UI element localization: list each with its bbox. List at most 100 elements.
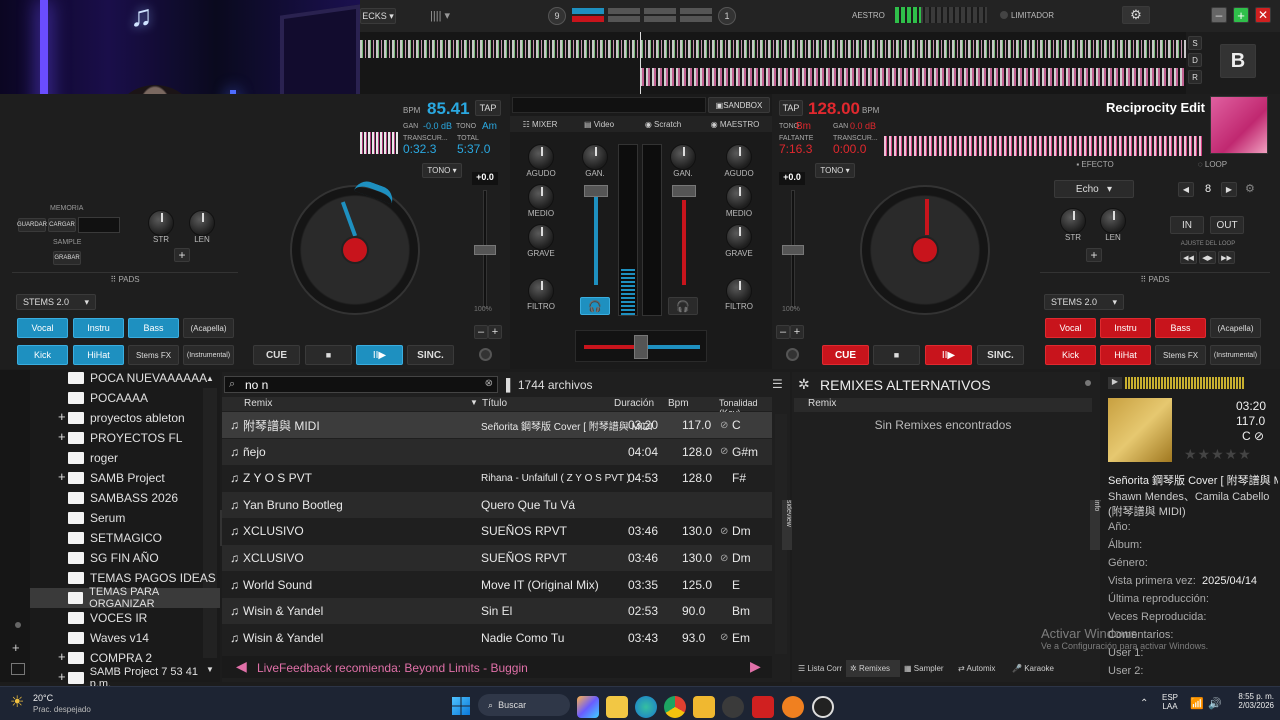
expand-folder-button[interactable]: +	[58, 429, 66, 444]
info-play-icon[interactable]: ▶	[1108, 377, 1122, 389]
mixer-right-agudo-knob[interactable]	[726, 144, 752, 170]
left-cargar-button[interactable]: CARGAR	[48, 218, 76, 232]
table-row[interactable]: ♫ Z Y O S PVT Rihana - Unfaifull ( Z Y O S…	[222, 465, 772, 491]
mixer-right-gain-knob[interactable]	[670, 144, 696, 170]
deck-count-badge[interactable]: 9	[548, 7, 566, 25]
right-pitch-handle[interactable]	[782, 245, 804, 255]
table-row[interactable]: ♫ XCLUSIVO SUEÑOS RPVT 03:46 130.0 ⊘ Dm	[222, 518, 772, 544]
col-bpm[interactable]: Bpm	[668, 398, 689, 409]
table-row[interactable]: ♫ ñejo 04:04 128.0 ⊘ G#m	[222, 438, 772, 465]
skin-button[interactable]: B	[1220, 44, 1256, 78]
right-sync-button[interactable]: SINC.	[977, 345, 1024, 365]
clock[interactable]: 8:55 p. m. 2/03/2026	[1232, 692, 1274, 710]
wifi-icon[interactable]: 📶	[1190, 697, 1204, 710]
right-loop-adjust-right[interactable]: ▶▶	[1218, 251, 1235, 264]
left-str-knob[interactable]	[148, 210, 174, 236]
right-pad-hihat[interactable]: HiHat	[1100, 345, 1151, 365]
tab-master[interactable]: ◉ MAESTRO	[698, 120, 772, 129]
right-stems-select[interactable]: STEMS 2.0 ▾	[1044, 294, 1124, 310]
col-duration[interactable]: Duración	[614, 398, 654, 409]
mixer-left-headphone-button[interactable]: 🎧	[580, 297, 610, 315]
left-pad-hihat[interactable]: HiHat	[73, 345, 124, 365]
virtualdj-icon[interactable]	[752, 696, 774, 718]
left-pitch-plus[interactable]: +	[488, 325, 502, 339]
left-stop-button[interactable]: ■	[305, 345, 352, 365]
right-pad-instru[interactable]: Instru	[1100, 318, 1151, 338]
expand-folder-button[interactable]: +	[58, 409, 66, 424]
right-loop-adjust-mid[interactable]: ◀▶	[1199, 251, 1216, 264]
left-play-button[interactable]: II▶	[356, 345, 403, 365]
chrome-icon[interactable]	[664, 696, 686, 718]
edge-icon[interactable]	[635, 696, 657, 718]
left-guardar-button[interactable]: GUARDAR	[17, 218, 47, 232]
settings-button[interactable]: ⚙	[1122, 6, 1150, 24]
left-pad-instru[interactable]: Instru	[73, 318, 124, 338]
app-icon[interactable]	[722, 696, 744, 718]
table-row[interactable]: ♫ Wisin & Yandel Nadie Como Tu 03:43 93.0 ⊘ Em	[222, 625, 772, 651]
search-box[interactable]: ⌕ no n ⊗	[224, 376, 498, 393]
left-tap-button[interactable]: TAP	[475, 100, 501, 116]
side-tool-icon[interactable]	[11, 663, 25, 675]
tab-scratch[interactable]: ◉ Scratch	[628, 120, 698, 129]
close-button[interactable]: ✕	[1255, 7, 1271, 23]
folder-item[interactable]: Waves v14	[30, 628, 220, 648]
left-add-button[interactable]: +	[174, 248, 190, 262]
waveform-mode-icon[interactable]: |||| ▾	[430, 9, 466, 23]
col-title[interactable]: Título	[482, 398, 507, 409]
left-pad-bass[interactable]: Bass	[128, 318, 179, 338]
weather-temp[interactable]: 20°C	[33, 693, 53, 703]
mixer-left-gain-knob[interactable]	[582, 144, 608, 170]
left-grabar-button[interactable]: GRABAR	[53, 251, 81, 265]
mixer-left-medio-knob[interactable]	[528, 184, 554, 210]
left-pad-kick[interactable]: Kick	[17, 345, 68, 365]
language-indicator[interactable]: ESP LAA	[1162, 693, 1178, 711]
left-jogwheel[interactable]	[290, 185, 420, 315]
right-pad-kick[interactable]: Kick	[1045, 345, 1096, 365]
right-pad-bass[interactable]: Bass	[1155, 318, 1206, 338]
table-row[interactable]: ♫ 附琴譜與 MIDI Señorita 鋼琴版 Cover [ 附琴譜與 MIDI…	[222, 412, 772, 438]
folder-item[interactable]: Serum	[30, 508, 220, 528]
list-options-icon[interactable]: ☰	[772, 377, 783, 391]
right-loop-in-button[interactable]: IN	[1170, 216, 1204, 234]
right-effect-select[interactable]: Echo ▾	[1054, 180, 1134, 198]
files-icon[interactable]	[606, 696, 628, 718]
right-loop-prev[interactable]: ◀	[1178, 182, 1194, 197]
taskbar-search[interactable]: ⌕ Buscar	[478, 694, 570, 716]
info-side-tab[interactable]: info	[1090, 500, 1100, 550]
left-pitch-slider[interactable]	[474, 190, 496, 308]
sandbox-button[interactable]: ▣ SANDBOX	[708, 97, 770, 113]
col-remix[interactable]: Remix	[244, 398, 272, 409]
livefeedback-prev[interactable]: ◀	[236, 658, 247, 675]
mixer-right-grave-knob[interactable]	[726, 224, 752, 250]
left-stems-select[interactable]: STEMS 2.0 ▾	[16, 294, 96, 310]
tab-automix[interactable]: ⇄ Automix	[954, 664, 1008, 673]
table-row[interactable]: ♫ Yan Bruno Bootleg Quero Que Tu Vá	[222, 491, 772, 518]
tab-sampler[interactable]: ▦ Sampler	[900, 664, 954, 673]
right-stop-button[interactable]: ■	[873, 345, 920, 365]
obs-icon[interactable]	[812, 696, 834, 718]
table-row[interactable]: ♫ XCLUSIVO SUEÑOS RPVT 03:46 130.0 ⊘ Dm	[222, 545, 772, 571]
tab-video[interactable]: ▤ Video	[570, 120, 628, 129]
mixer-left-volume-fader[interactable]	[584, 185, 608, 285]
right-pad-stemsfx[interactable]: Stems FX	[1155, 345, 1206, 365]
right-pad-instrumental[interactable]: (Instrumental)	[1210, 345, 1261, 365]
sdr-d-button[interactable]: D	[1188, 53, 1202, 67]
decks-select[interactable]: ECKS ▾	[360, 8, 396, 24]
tab-lista-corr[interactable]: ☰ Lista Corr	[794, 664, 846, 673]
tab-mixer[interactable]: ☷ MIXER	[510, 120, 570, 129]
mixer-left-fader-handle[interactable]	[584, 185, 608, 197]
mixer-left-filtro-knob[interactable]	[528, 278, 554, 304]
table-row[interactable]: ♫ Wisin & Yandel Sin El 02:53 90.0 Bm	[222, 598, 772, 625]
left-pad-instrumental[interactable]: (Instrumental)	[183, 345, 234, 365]
left-pad-stemsfx[interactable]: Stems FX	[128, 345, 179, 365]
right-pitch-slider[interactable]	[782, 190, 804, 308]
left-sync-button[interactable]: SINC.	[407, 345, 454, 365]
expand-folder-button[interactable]: +	[58, 669, 66, 684]
sideview-tab[interactable]: sideview	[782, 500, 792, 550]
right-len-knob[interactable]	[1100, 208, 1126, 234]
main-waveform[interactable]	[360, 32, 1186, 94]
clear-search-icon[interactable]: ⊗	[485, 378, 493, 389]
sdr-s-button[interactable]: S	[1188, 36, 1202, 50]
minimize-button[interactable]: –	[1211, 7, 1227, 23]
folder-item[interactable]: SG FIN AÑO	[30, 548, 220, 568]
